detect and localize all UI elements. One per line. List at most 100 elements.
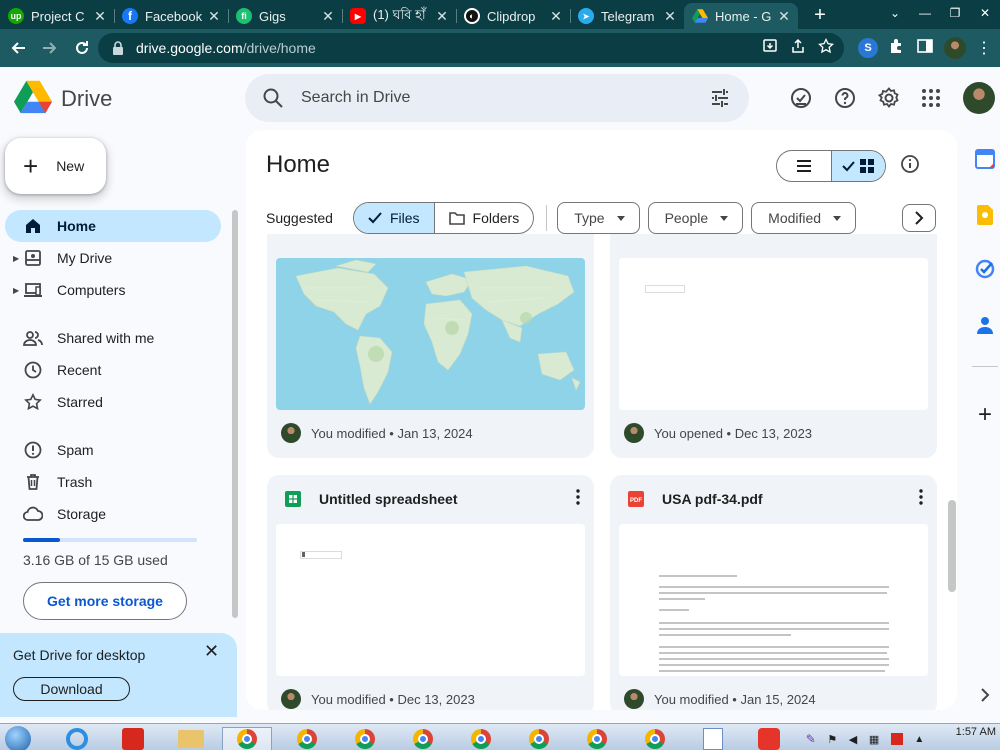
- volume-icon[interactable]: ◀: [849, 733, 857, 746]
- files-toggle-button[interactable]: Files: [353, 203, 434, 233]
- side-panel-icon[interactable]: [916, 37, 934, 60]
- close-icon[interactable]: ✕: [548, 8, 564, 24]
- extensions-puzzle-icon[interactable]: [888, 37, 906, 60]
- get-more-storage-button[interactable]: Get more storage: [23, 582, 187, 620]
- restore-icon[interactable]: ❐: [940, 6, 970, 20]
- expand-caret-icon[interactable]: ▶: [13, 286, 19, 295]
- file-card-spreadsheet[interactable]: Untitled spreadsheet You modified • Dec …: [267, 475, 594, 710]
- tab-search-icon[interactable]: ⌄: [880, 6, 910, 20]
- tray-flag-icon[interactable]: ⚑: [827, 733, 837, 746]
- calendar-icon[interactable]: [974, 148, 996, 170]
- account-avatar[interactable]: [963, 82, 995, 114]
- close-icon[interactable]: ✕: [92, 8, 108, 24]
- chrome-taskbar-icon[interactable]: [456, 727, 506, 750]
- sidebar-item-computers[interactable]: ▶ Computers: [5, 274, 221, 306]
- modified-filter-chip[interactable]: Modified: [751, 202, 857, 234]
- ie-taskbar-icon[interactable]: [52, 727, 102, 750]
- close-icon[interactable]: ✕: [776, 8, 792, 24]
- file-card-map[interactable]: You modified • Jan 13, 2024: [267, 234, 594, 458]
- tray-pen-icon[interactable]: ✎: [806, 732, 816, 746]
- bookmark-star-icon[interactable]: [817, 37, 835, 59]
- browser-tab-youtube[interactable]: ▶ (1) ঘবি হাঁ ✕: [342, 3, 456, 29]
- sidebar-item-shared[interactable]: Shared with me: [5, 322, 221, 354]
- download-button[interactable]: Download: [13, 677, 130, 701]
- search-icon[interactable]: [261, 86, 285, 115]
- drive-logo-icon[interactable]: [14, 80, 54, 114]
- network-icon[interactable]: ▦: [869, 733, 879, 746]
- chrome-taskbar-icon[interactable]: [514, 727, 564, 750]
- address-bar[interactable]: drive.google.com /drive/home: [98, 33, 844, 63]
- folders-toggle-button[interactable]: Folders: [433, 203, 534, 233]
- sidebar-item-home[interactable]: Home: [5, 210, 221, 242]
- window-close-icon[interactable]: ✕: [970, 6, 1000, 20]
- people-filter-chip[interactable]: People: [647, 202, 744, 234]
- type-filter-chip[interactable]: Type: [557, 202, 640, 234]
- install-app-icon[interactable]: [762, 38, 778, 59]
- sidebar-item-trash[interactable]: Trash: [5, 466, 221, 498]
- reload-icon[interactable]: [66, 32, 98, 64]
- browser-tab-upwork[interactable]: up Project C ✕: [0, 3, 114, 29]
- chrome-taskbar-icon[interactable]: [282, 727, 332, 750]
- tray-expand-icon[interactable]: ▲: [914, 734, 924, 745]
- more-options-icon[interactable]: [919, 489, 923, 510]
- system-clock[interactable]: 1:57 AM: [956, 726, 996, 738]
- browser-menu-icon[interactable]: ⋮: [976, 38, 992, 58]
- chrome-taskbar-icon[interactable]: [222, 727, 272, 750]
- browser-tab-gigs[interactable]: fi Gigs ✕: [228, 3, 342, 29]
- grid-view-button[interactable]: [830, 151, 885, 181]
- help-icon[interactable]: [832, 85, 858, 111]
- add-addon-icon[interactable]: +: [974, 401, 996, 428]
- explorer-taskbar-icon[interactable]: [166, 727, 216, 750]
- search-bar[interactable]: [245, 74, 749, 122]
- close-icon[interactable]: ✕: [662, 8, 678, 24]
- info-icon[interactable]: [900, 154, 920, 179]
- more-options-icon[interactable]: [576, 489, 580, 510]
- browser-tab-facebook[interactable]: f Facebook ✕: [114, 3, 228, 29]
- tray-pdf-icon[interactable]: [890, 733, 903, 745]
- new-tab-button[interactable]: +: [806, 3, 834, 29]
- chrome-taskbar-icon[interactable]: [398, 727, 448, 750]
- contacts-icon[interactable]: [974, 314, 996, 336]
- extension-s-icon[interactable]: S: [858, 38, 878, 58]
- document-taskbar-icon[interactable]: [688, 727, 738, 750]
- search-options-icon[interactable]: [709, 87, 731, 114]
- file-card-doc[interactable]: You opened • Dec 13, 2023: [610, 234, 937, 458]
- chrome-taskbar-icon[interactable]: [630, 727, 680, 750]
- tasks-icon[interactable]: [974, 258, 996, 280]
- back-icon[interactable]: [2, 32, 34, 64]
- close-icon[interactable]: ✕: [320, 8, 336, 24]
- close-icon[interactable]: ✕: [204, 641, 219, 662]
- close-icon[interactable]: ✕: [434, 8, 450, 24]
- sidebar-item-recent[interactable]: Recent: [5, 354, 221, 386]
- wps-taskbar-icon[interactable]: [744, 727, 794, 750]
- sidebar-scrollbar[interactable]: [232, 210, 238, 618]
- sidebar-item-storage[interactable]: Storage: [5, 498, 221, 530]
- main-scrollbar[interactable]: [948, 500, 956, 592]
- sidebar-item-spam[interactable]: Spam: [5, 434, 221, 466]
- acrobat-taskbar-icon[interactable]: [108, 727, 158, 750]
- chrome-taskbar-icon[interactable]: [340, 727, 390, 750]
- search-input[interactable]: [301, 86, 681, 110]
- file-card-pdf[interactable]: PDF USA pdf-34.pdf You modified • Jan 15…: [610, 475, 937, 710]
- chrome-taskbar-icon[interactable]: [572, 727, 622, 750]
- lock-icon[interactable]: [112, 40, 128, 56]
- forward-icon[interactable]: [34, 32, 66, 64]
- share-icon[interactable]: [790, 38, 806, 59]
- expand-panel-icon[interactable]: [974, 684, 996, 706]
- minimize-icon[interactable]: —: [910, 6, 940, 20]
- sidebar-item-my-drive[interactable]: ▶ My Drive: [5, 242, 221, 274]
- settings-gear-icon[interactable]: [876, 85, 902, 111]
- list-view-button[interactable]: [777, 151, 831, 181]
- new-button[interactable]: + New: [5, 138, 106, 194]
- start-button[interactable]: [0, 726, 36, 750]
- apps-grid-icon[interactable]: [918, 85, 944, 111]
- browser-tab-telegram[interactable]: ➤ Telegram ✕: [570, 3, 684, 29]
- browser-profile-avatar[interactable]: [944, 37, 966, 59]
- sidebar-item-starred[interactable]: Starred: [5, 386, 221, 418]
- browser-tab-clipdrop[interactable]: ◐ Clipdrop ✕: [456, 3, 570, 29]
- ready-offline-icon[interactable]: [788, 85, 814, 111]
- expand-caret-icon[interactable]: ▶: [13, 254, 19, 263]
- close-icon[interactable]: ✕: [206, 8, 222, 24]
- keep-icon[interactable]: [974, 204, 996, 226]
- browser-tab-drive[interactable]: Home - G ✕: [684, 3, 798, 29]
